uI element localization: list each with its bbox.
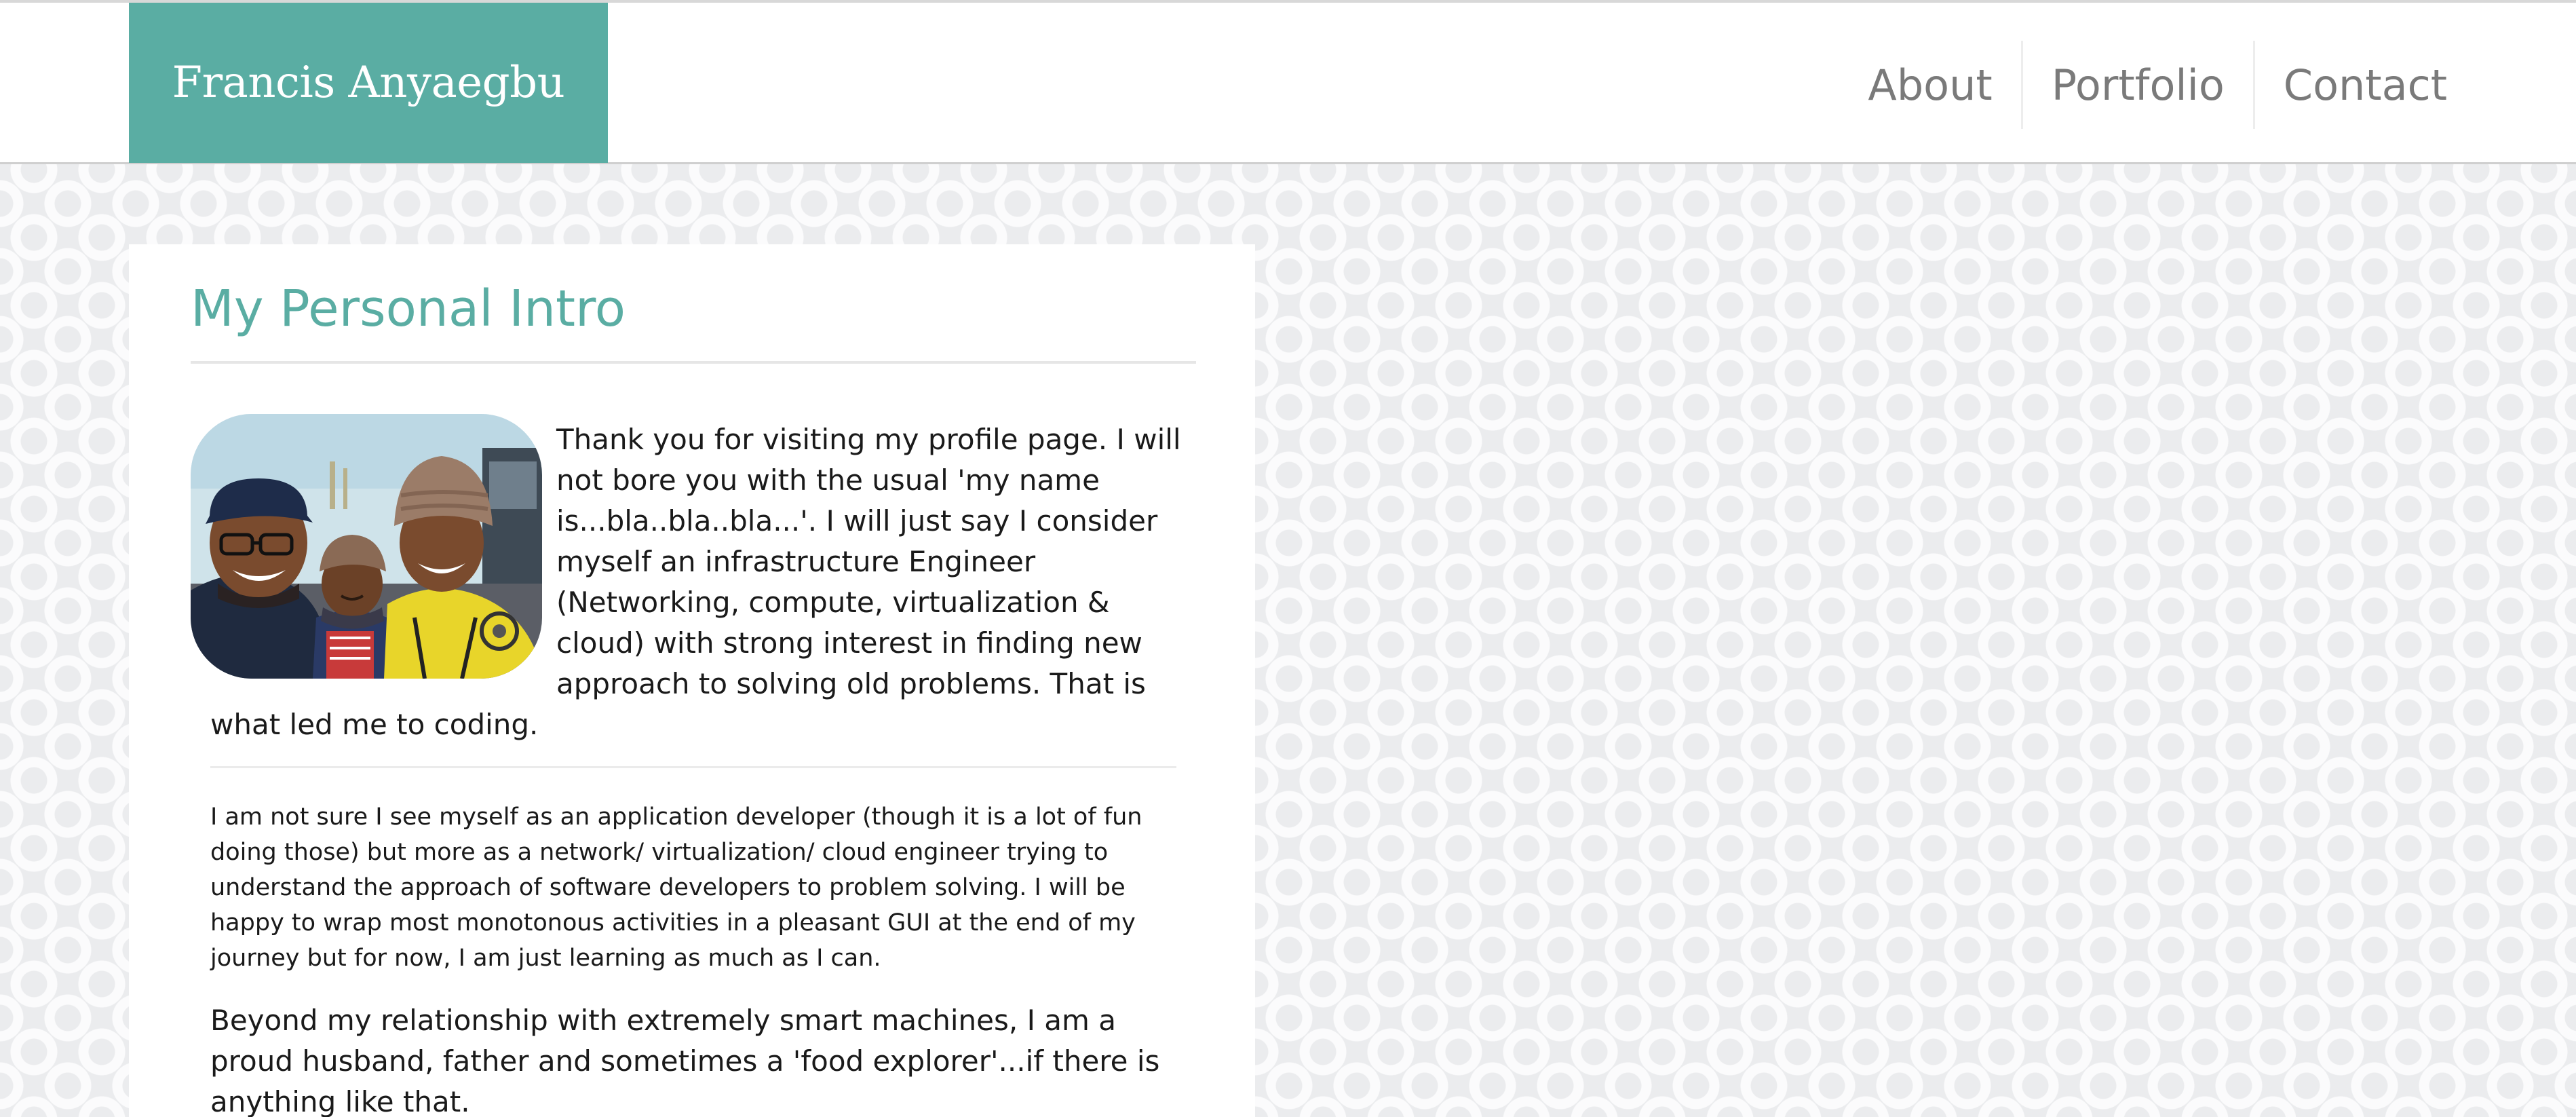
nav-link-portfolio[interactable]: Portfolio [2020,41,2253,129]
intro-paragraph-2: I am not sure I see myself as an applica… [210,803,1142,972]
intro-paragraph-3: Beyond my relationship with extremely sm… [210,1004,1160,1117]
title-divider [191,361,1196,364]
page-title: My Personal Intro [191,280,626,338]
brand-logo-link[interactable]: Francis Anyaegbu [129,3,608,163]
site-header: Francis Anyaegbu About Portfolio Contact [0,0,2576,164]
intro-card: My Personal Intro Thank you for visiting… [129,244,1255,1117]
nav-link-contact[interactable]: Contact [2252,41,2447,129]
main-nav: About Portfolio Contact [1839,41,2447,129]
nav-link-about[interactable]: About [1839,41,2020,129]
intro-paragraph-1: Thank you for visiting my profile page. … [210,423,1181,741]
paragraph-divider [210,766,1176,768]
